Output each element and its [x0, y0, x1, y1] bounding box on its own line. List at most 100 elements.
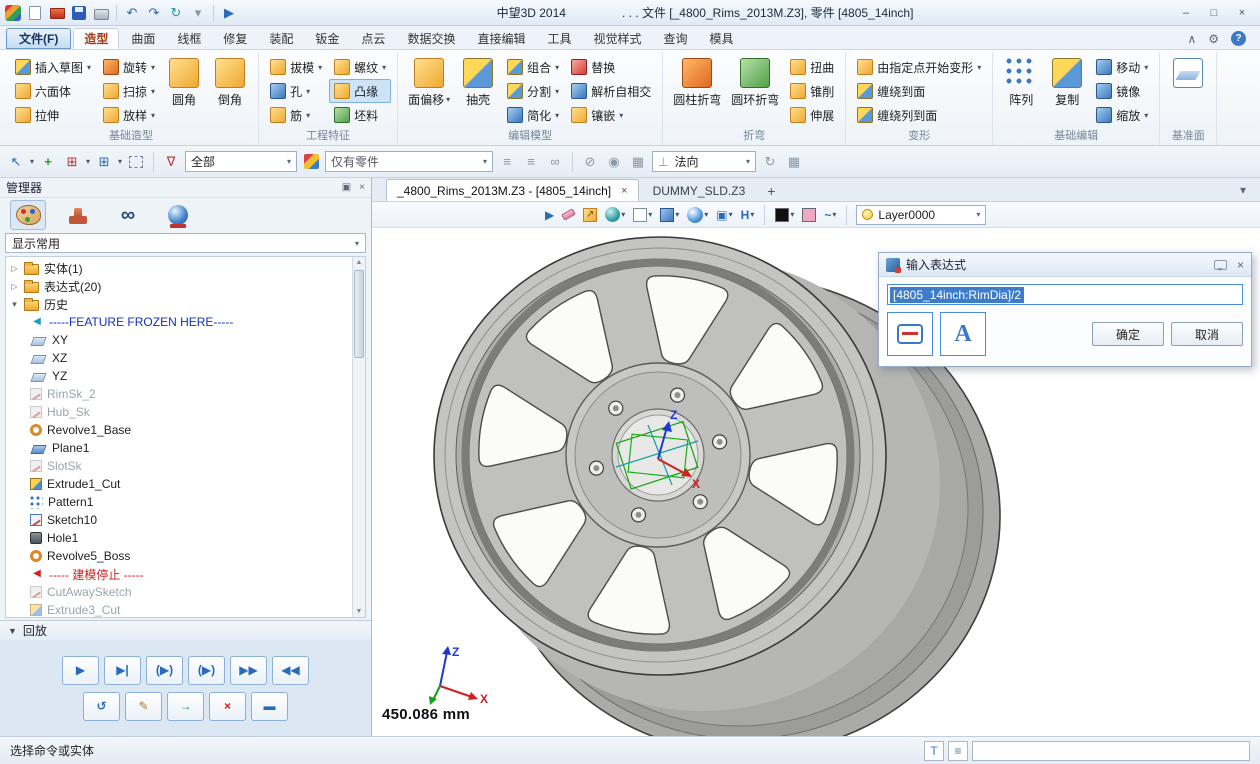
tree-item-revolve5-boss[interactable]: Revolve5_Boss	[6, 547, 351, 565]
tree-item-history[interactable]: ▼历史	[6, 295, 351, 313]
chamfer-button[interactable]: 倒角	[208, 55, 252, 108]
curve-display-icon[interactable]: ~▾	[823, 205, 837, 225]
tree-item-expressions[interactable]: ▷表达式(20)	[6, 277, 351, 295]
tab-mold[interactable]: 模具	[700, 28, 744, 49]
close-panel-icon[interactable]: ×	[359, 182, 365, 193]
redo-button[interactable]: ↷	[145, 4, 163, 22]
hatch-icon[interactable]: ▦	[628, 152, 648, 172]
minimize-button[interactable]: –	[1172, 3, 1200, 23]
tree-item-extrude3-cut[interactable]: Extrude3_Cut	[6, 601, 351, 618]
stack-icon[interactable]: ≡	[497, 152, 517, 172]
replay-delete-button[interactable]: ×	[209, 692, 246, 721]
tree-item-plane1[interactable]: Plane1	[6, 439, 351, 457]
box-button[interactable]: 六面体	[10, 79, 96, 103]
tree-item-model-stop[interactable]: ◀----- 建模停止 -----	[6, 565, 351, 583]
replay-run-to-feature-button[interactable]: →	[167, 692, 204, 721]
half-shade-icon[interactable]: ▦	[784, 152, 804, 172]
wireframe-display-icon[interactable]: ▾	[632, 205, 653, 225]
tree-item-hubsk[interactable]: Hub_Sk	[6, 403, 351, 421]
twist-button[interactable]: 扭曲	[785, 55, 839, 79]
edge-color-swatch[interactable]: ▾	[774, 205, 795, 225]
play-macro-button[interactable]: ▶	[220, 4, 238, 22]
sweep-button[interactable]: 扫掠▾	[98, 79, 160, 103]
open-file-button[interactable]	[48, 4, 66, 22]
tab-sheetmetal[interactable]: 钣金	[305, 28, 349, 49]
replay-edit-button[interactable]: ✎	[125, 692, 162, 721]
tab-assembly[interactable]: 装配	[259, 28, 303, 49]
tab-data-exchange[interactable]: 数据交换	[397, 28, 465, 49]
wrap-to-face-button[interactable]: 缠绕到面	[852, 79, 986, 103]
copy-button[interactable]: 复制	[1045, 55, 1089, 108]
replay-play-to-end-button[interactable]: ▶|	[104, 656, 141, 685]
scrollbar-thumb[interactable]	[354, 270, 364, 358]
close-tab-icon[interactable]: ×	[621, 185, 627, 197]
maximize-button[interactable]: □	[1200, 3, 1228, 23]
tree-item-yz-plane[interactable]: YZ	[6, 367, 351, 385]
render-sphere-icon[interactable]: ▾	[686, 205, 709, 225]
replay-regen-button[interactable]: ↺	[83, 692, 120, 721]
replay-fast-forward-button[interactable]: ▶▶	[230, 656, 267, 685]
insert-sketch-button[interactable]: 插入草图▾	[10, 55, 96, 79]
normal-direction-combobox[interactable]: ⊥ 法向 ▾	[652, 151, 756, 172]
toroidal-bend-button[interactable]: 圆环折弯	[727, 55, 783, 108]
print-button[interactable]	[92, 4, 110, 22]
snap-target-icon[interactable]: ◉	[604, 152, 624, 172]
ok-button[interactable]: 确定	[1092, 322, 1164, 346]
no-snap-icon[interactable]: ⊘	[580, 152, 600, 172]
shaded-display-icon[interactable]: ▾	[604, 205, 626, 225]
pattern-button[interactable]: 阵列	[999, 55, 1043, 108]
tree-item-cutawaysketch[interactable]: CutAwaySketch	[6, 583, 351, 601]
face-color-swatch[interactable]	[801, 205, 817, 225]
new-file-button[interactable]	[26, 4, 44, 22]
pick-grid-icon[interactable]: ⊞	[62, 152, 82, 172]
tree-item-rimsk2[interactable]: RimSk_2	[6, 385, 351, 403]
scale-button[interactable]: 缩放▾	[1091, 103, 1153, 127]
pin-panel-icon[interactable]: ▣	[342, 182, 351, 193]
face-offset-button[interactable]: 面偏移▾	[404, 55, 454, 108]
tab-visualize[interactable]: 视觉样式	[583, 28, 651, 49]
save-button[interactable]	[70, 4, 88, 22]
dialog-close-icon[interactable]: ×	[1237, 258, 1244, 272]
pick-region-icon[interactable]: ⊞	[94, 152, 114, 172]
chevron-down-icon[interactable]: ▾	[86, 157, 90, 166]
section-box-icon[interactable]: ▾	[659, 205, 680, 225]
tab-file[interactable]: 文件(F)	[6, 28, 71, 49]
cancel-button[interactable]: 取消	[1171, 322, 1243, 346]
tree-item-xz-plane[interactable]: XZ	[6, 349, 351, 367]
tree-item-feature-frozen[interactable]: ◀-----FEATURE FROZEN HERE-----	[6, 313, 351, 331]
replay-play-button[interactable]: ▶	[62, 656, 99, 685]
link-icon[interactable]: ∞	[545, 152, 565, 172]
cylindrical-bend-button[interactable]: 圆柱折弯	[669, 55, 725, 108]
tree-item-hole1[interactable]: Hole1	[6, 529, 351, 547]
fillet-button[interactable]: 圆角	[162, 55, 206, 108]
help-icon[interactable]: ?	[1231, 31, 1246, 46]
tab-tools[interactable]: 工具	[537, 28, 581, 49]
manager-tab-constraints[interactable]	[60, 200, 96, 230]
scroll-down-icon[interactable]: ▼	[356, 608, 363, 615]
box-select-icon[interactable]	[126, 152, 146, 172]
stock-button[interactable]: 坯料	[329, 103, 391, 127]
document-tab-dummy[interactable]: DUMMY_SLD.Z3	[642, 179, 757, 201]
new-tab-button[interactable]: +	[759, 183, 783, 201]
tab-direct-edit[interactable]: 直接编辑	[467, 28, 535, 49]
chevron-down-icon[interactable]: ▾	[30, 157, 34, 166]
runner-icon[interactable]: ▶	[544, 205, 555, 225]
scope-filter-combobox[interactable]: 仅有零件 ▾	[325, 151, 493, 172]
filter-icon[interactable]: ∇	[161, 152, 181, 172]
manager-tab-view[interactable]	[160, 200, 196, 230]
layer-combobox[interactable]: Layer0000 ▾	[856, 205, 986, 225]
scroll-up-icon[interactable]: ▲	[356, 259, 363, 266]
replay-stop-button[interactable]: ▬	[251, 692, 288, 721]
color-palette-icon[interactable]	[301, 152, 321, 172]
status-command-input[interactable]	[972, 741, 1250, 761]
dialog-titlebar[interactable]: 输入表达式 ×	[879, 253, 1251, 277]
comment-icon[interactable]	[1214, 260, 1227, 270]
replay-rewind-button[interactable]: ◀◀	[272, 656, 309, 685]
revolve-button[interactable]: 旋转▾	[98, 55, 160, 79]
replay-step-through-button[interactable]: (▶)	[188, 656, 225, 685]
inlay-button[interactable]: 镶嵌▾	[566, 103, 656, 127]
undo-button[interactable]: ↶	[123, 4, 141, 22]
hole-button[interactable]: 孔▾	[265, 79, 327, 103]
taper-button[interactable]: 锥削	[785, 79, 839, 103]
refresh-direction-icon[interactable]: ↻	[760, 152, 780, 172]
